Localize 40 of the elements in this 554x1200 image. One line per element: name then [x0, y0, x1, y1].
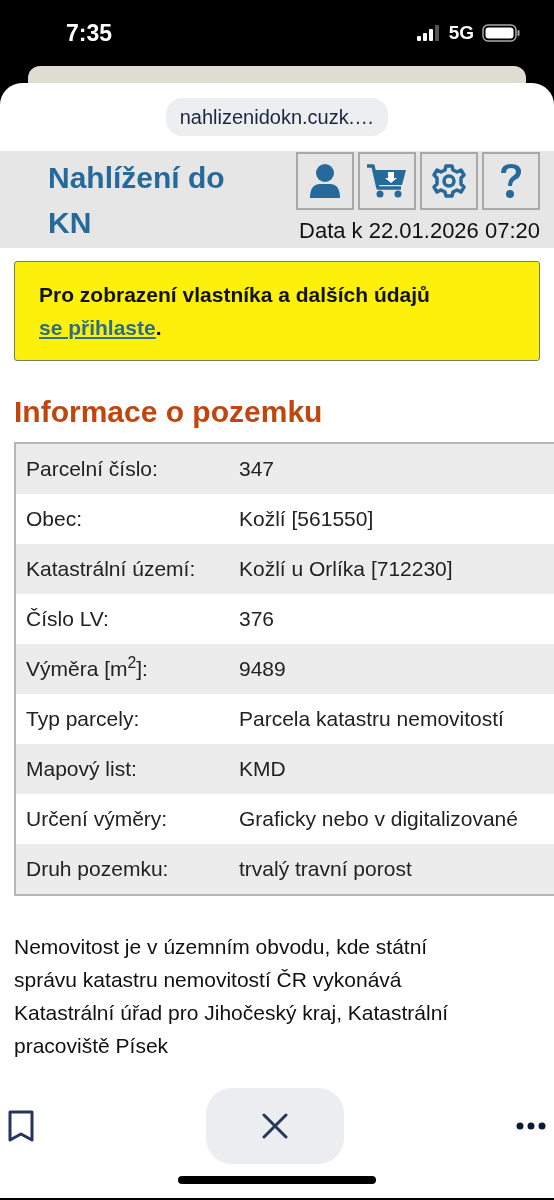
field-value: 347	[238, 456, 275, 483]
section-heading: Informace o pozemku	[14, 394, 324, 430]
settings-icon	[431, 163, 467, 199]
field-value: Kožlí u Orlíka [712230]	[238, 556, 453, 583]
field-value: KMD	[238, 756, 286, 783]
bookmark-icon[interactable]	[8, 1110, 34, 1142]
network-label: 5G	[448, 20, 474, 45]
office-paragraph: Nemovitost je v územním obvodu, kde státní správu katastru nemovitostí ČR vykonává Katastrální úřad pro Jihočeský kraj, Katastrální pracoviště Písek	[14, 934, 450, 1059]
field-label: Číslo LV:	[25, 606, 110, 633]
field-value: Graficky nebo v digitalizované	[238, 806, 518, 833]
close-button[interactable]	[206, 1088, 344, 1164]
battery-icon	[482, 24, 520, 42]
clock-time: 7:35	[66, 18, 113, 48]
signal-icon	[416, 25, 441, 41]
field-label: Typ parcely:	[25, 706, 141, 733]
field-label: Katastrální území:	[25, 556, 197, 583]
person-icon	[308, 163, 342, 199]
field-value: trvalý travní porost	[238, 856, 412, 883]
field-label: Výměra [m$^{2}$]:	[25, 653, 149, 683]
cart-button[interactable]	[358, 152, 416, 210]
data-date: Data k 22.01.2026 07:20	[299, 217, 540, 245]
field-value: 9489	[238, 656, 286, 683]
field-value: 376	[238, 606, 275, 633]
close-icon	[262, 1113, 288, 1139]
field-value: Parcela katastru nemovitostí	[238, 706, 504, 733]
field-label: Druh pozemku:	[25, 856, 170, 883]
settings-button[interactable]	[420, 152, 478, 210]
field-label: Parcelní číslo:	[25, 456, 159, 483]
cart-icon	[366, 163, 408, 199]
more-icon[interactable]	[516, 1122, 546, 1130]
field-value: Kožlí [561550]	[238, 506, 374, 533]
field-label: Mapový list:	[25, 756, 138, 783]
login-notice: Pro zobrazení vlastníka a dalších údajů se přihlaste.	[14, 261, 540, 361]
site-title[interactable]: Nahlížení do KN	[48, 154, 268, 245]
help-button[interactable]	[482, 152, 540, 210]
field-label: Obec:	[25, 506, 84, 533]
address-bar[interactable]: nahlizenidokn.cuzk.…	[165, 98, 389, 136]
login-link[interactable]: se přihlaste	[39, 316, 156, 339]
user-button[interactable]	[296, 152, 354, 210]
field-label: Určení výměry:	[25, 806, 169, 833]
